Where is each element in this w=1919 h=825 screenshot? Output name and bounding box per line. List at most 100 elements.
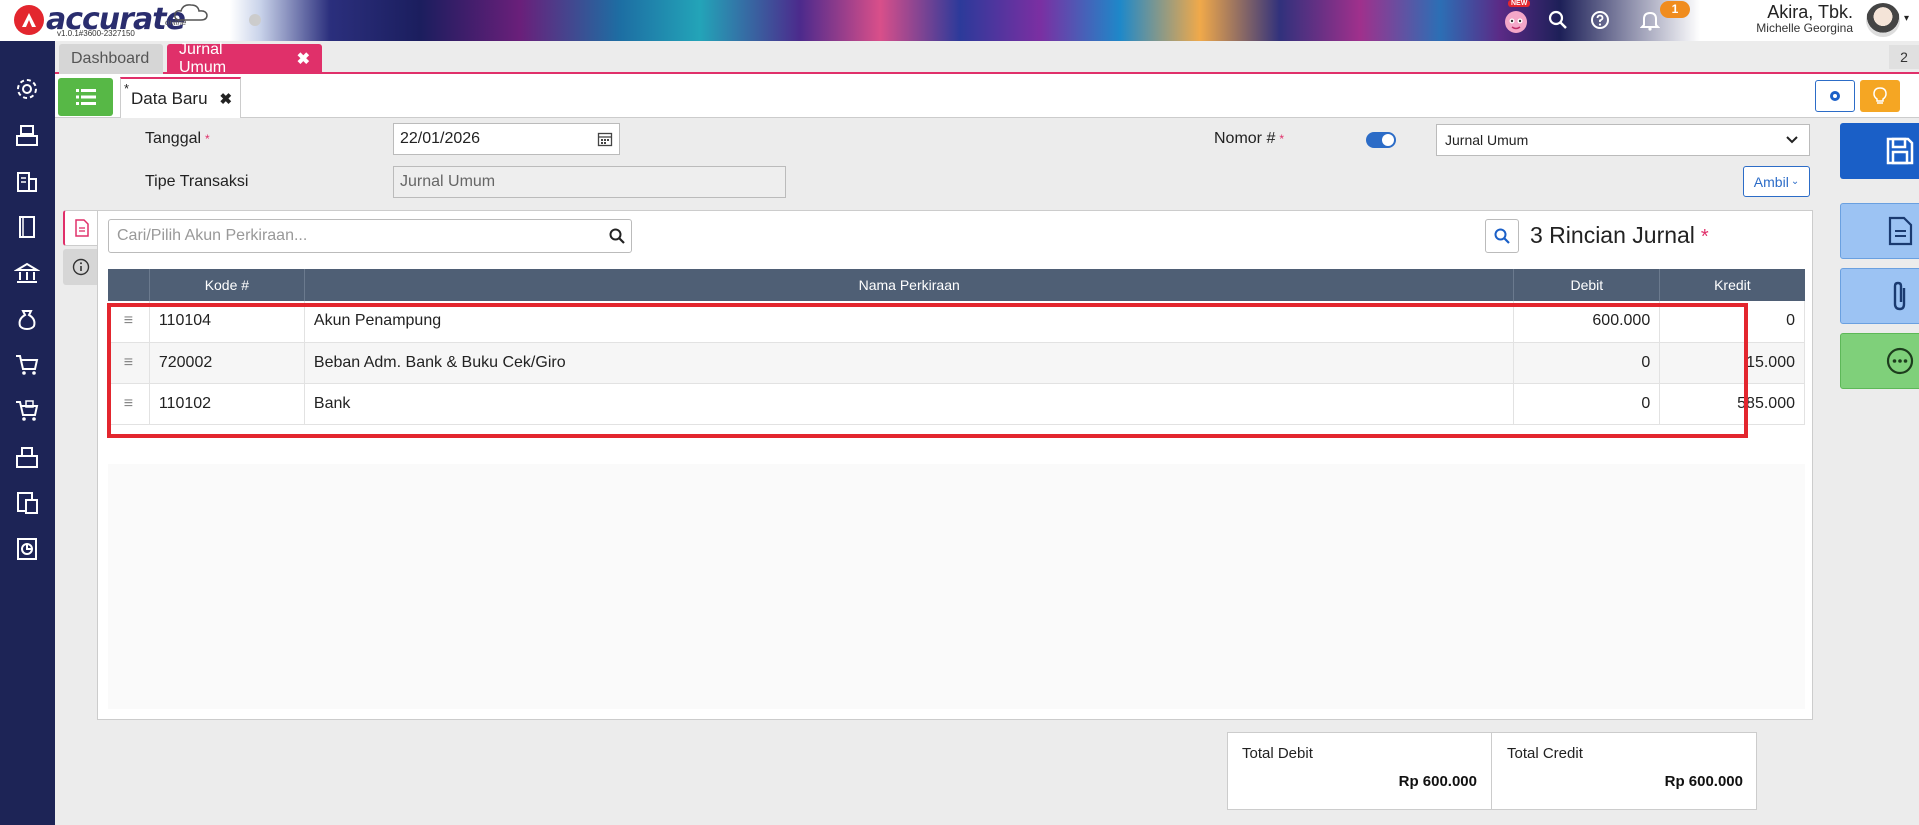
table-row[interactable]: ≡ 110102 Bank 0 585.000 [108, 383, 1805, 425]
table-empty-area[interactable] [108, 464, 1805, 709]
tab-info[interactable] [63, 249, 99, 285]
chevron-down-icon[interactable]: ▾ [1904, 13, 1909, 24]
document-icon [75, 219, 89, 237]
total-debit-label: Total Debit [1242, 745, 1313, 762]
notification-count-badge: 1 [1660, 1, 1690, 18]
search-icon[interactable] [1542, 4, 1574, 36]
cell-nama[interactable]: Bank [304, 383, 1515, 425]
tanggal-value: 22/01/2026 [400, 130, 481, 147]
account-search-box [108, 219, 632, 253]
attachment-button[interactable] [1840, 268, 1919, 324]
cell-kredit[interactable]: 15.000 [1659, 342, 1805, 384]
table-row[interactable]: ≡ 110104 Akun Penampung 600.000 0 [108, 301, 1805, 343]
cell-debit[interactable]: 0 [1513, 383, 1661, 425]
main-content: Tanggal * 22/01/2026 Tipe Transaksi Jurna… [55, 118, 1919, 825]
drag-handle-icon[interactable]: ≡ [108, 383, 150, 425]
sub-tab-bar: * Data Baru ✖ [55, 74, 1919, 118]
app-sub: online [165, 18, 187, 27]
total-credit-value: Rp 600.000 [1664, 773, 1743, 790]
cell-debit[interactable]: 0 [1513, 342, 1661, 384]
find-detail-button[interactable] [1485, 219, 1519, 253]
gear-icon [1830, 91, 1840, 101]
bank-icon[interactable] [13, 259, 41, 287]
list-menu-button[interactable] [58, 78, 113, 116]
column-header-kredit[interactable]: Kredit [1659, 269, 1805, 301]
rincian-title: 3 Rincian Jurnal * [1530, 222, 1709, 248]
tanggal-label: Tanggal * [145, 130, 210, 147]
column-header-kode[interactable]: Kode # [149, 269, 305, 301]
cart-icon[interactable] [13, 351, 41, 379]
ambil-label: Ambil [1753, 173, 1789, 190]
nomor-type-select[interactable]: Jurnal Umum [1436, 124, 1810, 156]
column-header-debit[interactable]: Debit [1513, 269, 1661, 301]
cell-kredit[interactable]: 585.000 [1659, 383, 1805, 425]
form-settings-button[interactable] [1815, 80, 1855, 112]
cell-kredit[interactable]: 0 [1659, 301, 1805, 343]
avatar[interactable] [1866, 3, 1900, 37]
search-icon [1494, 228, 1510, 244]
auto-number-toggle[interactable] [1366, 132, 1396, 148]
info-icon [72, 258, 90, 276]
tab-data-baru-label: Data Baru [131, 88, 208, 108]
account-search-input[interactable] [117, 227, 597, 245]
chevron-down-icon: ⌄ [1790, 176, 1800, 187]
settings-gear-icon[interactable] [13, 75, 41, 103]
money-bag-icon[interactable] [13, 305, 41, 333]
drag-handle-icon[interactable]: ≡ [108, 342, 150, 384]
cell-nama[interactable]: Akun Penampung [304, 301, 1515, 343]
cell-debit[interactable]: 600.000 [1513, 301, 1661, 343]
report-chart-icon[interactable] [13, 535, 41, 563]
more-icon [1886, 347, 1913, 375]
tab-detail[interactable] [63, 210, 99, 246]
paperclip-icon [1893, 281, 1905, 311]
tab-bar: Dashboard Jurnal Umum ✖ 2 [55, 41, 1919, 76]
calendar-icon[interactable] [597, 131, 613, 147]
document-icon [1888, 216, 1912, 246]
total-credit: Total Credit Rp 600.000 [1493, 733, 1757, 809]
lightbulb-icon [1873, 87, 1887, 104]
table-row[interactable]: ≡ 720002 Beban Adm. Bank & Buku Cek/Giro… [108, 342, 1805, 384]
user-name: Michelle Georgina [1756, 21, 1853, 35]
ambil-button[interactable]: Ambil ⌄ [1743, 166, 1810, 197]
nomor-label: Nomor # * [1214, 130, 1285, 147]
journal-detail-panel: 3 Rincian Jurnal* Kode # Nama Perkiraan … [97, 210, 1813, 720]
cell-nama[interactable]: Beban Adm. Bank & Buku Cek/Giro [304, 342, 1515, 384]
mascot-news-icon[interactable] [1500, 4, 1532, 36]
cart-box-icon[interactable] [13, 397, 41, 425]
accurate-logo-icon [14, 4, 44, 35]
cell-kode[interactable]: 110104 [149, 301, 305, 343]
tab-data-baru[interactable]: * Data Baru ✖ [120, 77, 241, 118]
drag-handle-icon[interactable]: ≡ [108, 301, 150, 343]
user-info[interactable]: Akira, Tbk. Michelle Georgina [1756, 2, 1853, 35]
version-text: v1.0.1#3600-2327150 [57, 29, 135, 38]
tax-icon[interactable] [13, 489, 41, 517]
cell-kode[interactable]: 110102 [149, 383, 305, 425]
tab-dashboard[interactable]: Dashboard [59, 44, 163, 74]
tab-dashboard-label: Dashboard [71, 50, 150, 67]
list-icon [75, 89, 96, 105]
close-icon[interactable]: ✖ [297, 49, 310, 69]
journal-table: Kode # Nama Perkiraan Debit Kredit ≡ 110… [108, 269, 1805, 425]
save-button[interactable] [1840, 123, 1919, 179]
page-count[interactable]: 2 [1889, 45, 1919, 69]
tipe-transaksi-field: Jurnal Umum [393, 166, 786, 198]
close-icon[interactable]: ✖ [220, 90, 233, 108]
building-icon[interactable] [13, 167, 41, 195]
tab-jurnal-umum[interactable]: Jurnal Umum ✖ [167, 41, 322, 76]
tips-button[interactable] [1860, 80, 1900, 112]
book-icon[interactable] [13, 213, 41, 241]
help-icon[interactable] [1584, 4, 1616, 36]
page-count-value: 2 [1900, 49, 1908, 65]
nomor-type-value: Jurnal Umum [1445, 132, 1529, 148]
column-header-nama[interactable]: Nama Perkiraan [304, 269, 1515, 301]
tanggal-field[interactable]: 22/01/2026 [393, 123, 620, 155]
unsaved-marker: * [124, 81, 130, 96]
cell-kode[interactable]: 720002 [149, 342, 305, 384]
inventory-icon[interactable] [13, 443, 41, 471]
table-header-row: Kode # Nama Perkiraan Debit Kredit [108, 269, 1805, 301]
cash-register-icon[interactable] [13, 121, 41, 149]
status-dot [249, 14, 261, 26]
document-button[interactable] [1840, 203, 1919, 259]
more-actions-button[interactable] [1840, 333, 1919, 389]
search-icon[interactable] [609, 228, 625, 244]
